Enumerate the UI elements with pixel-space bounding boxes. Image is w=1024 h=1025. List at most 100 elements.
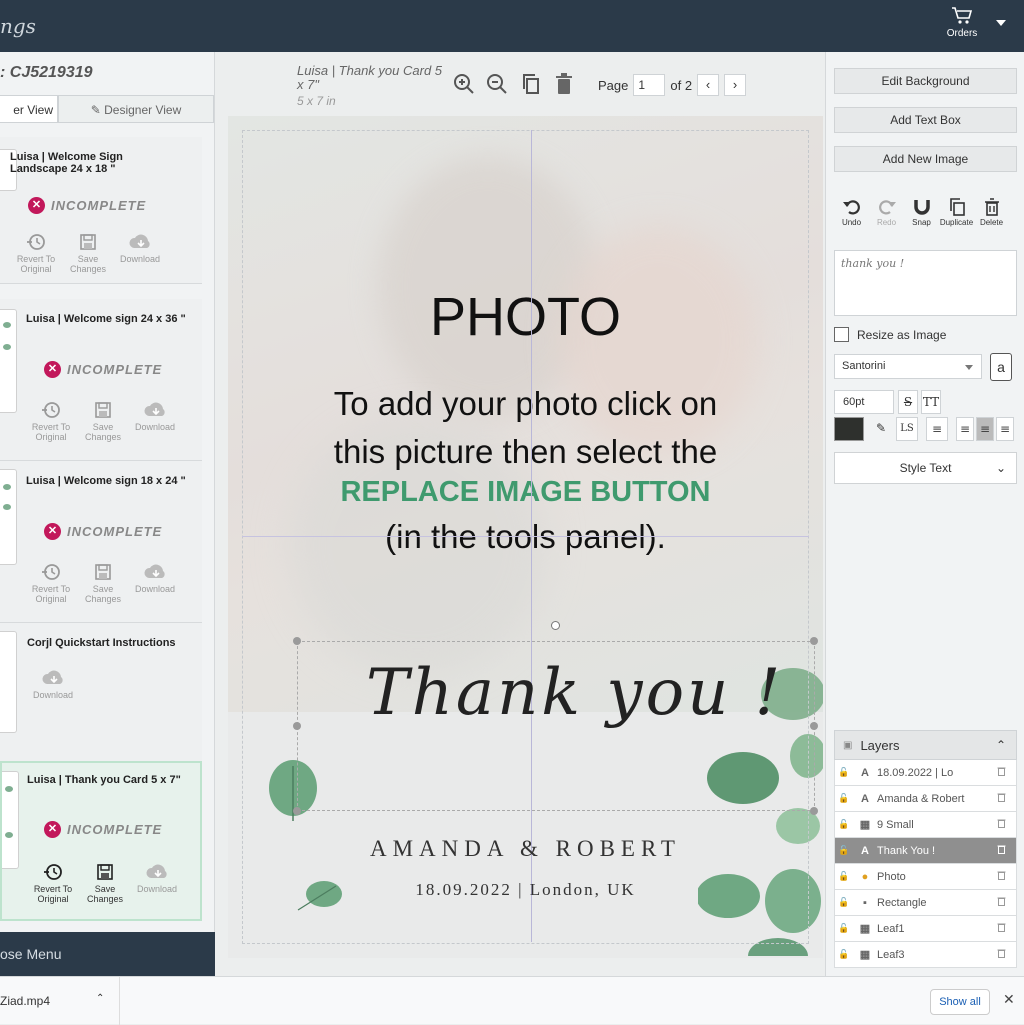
copy-page-icon[interactable] xyxy=(520,73,542,95)
orders-button[interactable]: Orders xyxy=(942,6,982,39)
unlock-icon[interactable]: 🔓 xyxy=(835,793,853,804)
text-content-input[interactable]: thank you ! xyxy=(834,250,1017,316)
revert-button[interactable]: Revert To Original xyxy=(10,233,62,274)
font-library-button[interactable]: a xyxy=(990,353,1012,381)
download-item[interactable]: Ziad.mp4 ⌃ xyxy=(0,977,120,1025)
download-button[interactable]: Download xyxy=(114,233,166,274)
trash-icon[interactable] xyxy=(997,896,1006,909)
layer-row[interactable]: 🔓 A Thank You ! xyxy=(834,838,1017,864)
close-menu-button[interactable]: ose Menu xyxy=(0,932,215,976)
layers-header[interactable]: ▣ Layers ⌃ xyxy=(834,730,1017,760)
trash-icon[interactable] xyxy=(997,844,1006,857)
font-family-select[interactable]: Santorini xyxy=(834,354,982,379)
trash-icon[interactable] xyxy=(997,818,1006,831)
tab-user-view[interactable]: er View xyxy=(0,95,58,123)
redo-button[interactable]: Redo xyxy=(869,198,904,227)
close-icon[interactable]: ✕ xyxy=(1003,991,1015,1008)
product-card[interactable]: Luisa | Welcome sign 18 x 24 " ✕ INCOMPLE… xyxy=(0,461,202,623)
rotate-handle[interactable] xyxy=(551,621,560,630)
line-height-button[interactable]: ≡ xyxy=(926,417,948,441)
layer-row[interactable]: 🔓 A 18.09.2022 | Lo xyxy=(834,760,1017,786)
style-text-dropdown[interactable]: Style Text ⌄ xyxy=(834,452,1017,484)
trash-icon[interactable] xyxy=(997,948,1006,961)
unlock-icon[interactable]: 🔓 xyxy=(835,949,853,960)
layer-row[interactable]: 🔓 ▪ Rectangle xyxy=(834,890,1017,916)
trash-icon[interactable] xyxy=(997,766,1006,779)
layer-row[interactable]: 🔓 ● Photo xyxy=(834,864,1017,890)
unlock-icon[interactable]: 🔓 xyxy=(835,767,853,778)
unlock-icon[interactable]: 🔓 xyxy=(835,819,853,830)
event-date-text[interactable]: 18.09.2022 | London, UK xyxy=(228,880,823,900)
add-new-image-button[interactable]: Add New Image xyxy=(834,146,1017,172)
show-all-button[interactable]: Show all xyxy=(930,989,990,1015)
letter-spacing-button[interactable]: LS xyxy=(896,417,918,441)
trash-icon[interactable] xyxy=(997,922,1006,935)
snap-button[interactable]: Snap xyxy=(904,198,939,227)
account-dropdown-icon[interactable] xyxy=(996,20,1006,26)
unlock-icon[interactable]: 🔓 xyxy=(835,871,853,882)
tab-designer-view[interactable]: ✎ Designer View xyxy=(58,95,214,123)
zoom-out-icon[interactable] xyxy=(486,73,508,95)
align-left-icon[interactable]: ≡ xyxy=(956,417,974,441)
resize-as-image-option[interactable]: Resize as Image xyxy=(834,327,946,342)
brand-logo[interactable]: ngs xyxy=(0,14,36,38)
download-button[interactable]: Download xyxy=(129,401,181,442)
font-size-select[interactable]: 60pt xyxy=(834,390,894,414)
product-card[interactable]: Luisa | Welcome Sign Landscape 24 x 18 "… xyxy=(0,137,202,284)
unlock-icon[interactable]: 🔓 xyxy=(835,923,853,934)
strikethrough-button[interactable]: S xyxy=(898,390,918,414)
layer-row[interactable]: 🔓 A Amanda & Robert xyxy=(834,786,1017,812)
save-changes-button[interactable]: Save Changes xyxy=(79,863,131,904)
resize-handle[interactable] xyxy=(810,807,818,815)
align-right-icon[interactable]: ≡ xyxy=(996,417,1014,441)
eyedropper-icon[interactable]: ✎ xyxy=(870,417,892,441)
revert-button[interactable]: Revert To Original xyxy=(27,863,79,904)
add-text-box-button[interactable]: Add Text Box xyxy=(834,107,1017,133)
resize-handle[interactable] xyxy=(810,722,818,730)
revert-button[interactable]: Revert To Original xyxy=(25,401,77,442)
delete-button[interactable]: Delete xyxy=(974,198,1009,227)
unlock-icon[interactable]: 🔓 xyxy=(835,845,853,856)
delete-page-icon[interactable] xyxy=(554,73,574,95)
save-changes-button[interactable]: Save Changes xyxy=(77,563,129,604)
align-center-icon[interactable]: ≡ xyxy=(976,417,994,441)
resize-handle[interactable] xyxy=(293,637,301,645)
edit-background-button[interactable]: Edit Background xyxy=(834,68,1017,94)
resize-handle[interactable] xyxy=(810,637,818,645)
unlock-icon[interactable]: 🔓 xyxy=(835,897,853,908)
zoom-in-icon[interactable] xyxy=(453,73,475,95)
page-number-input[interactable]: 1 xyxy=(633,74,666,96)
design-canvas[interactable]: PHOTO To add your photo click on this pi… xyxy=(228,116,823,958)
product-title: Luisa | Welcome Sign Landscape 24 x 18 " xyxy=(10,151,123,175)
revert-button[interactable]: Revert To Original xyxy=(25,563,77,604)
download-button[interactable]: Download xyxy=(27,669,79,700)
save-changes-button[interactable]: Save Changes xyxy=(77,401,129,442)
chevron-up-icon[interactable]: ⌃ xyxy=(96,993,104,1004)
resize-checkbox[interactable] xyxy=(834,327,849,342)
text-color-swatch[interactable] xyxy=(834,417,864,441)
selection-box[interactable] xyxy=(297,641,815,811)
prev-page-button[interactable]: ‹ xyxy=(697,74,720,96)
next-page-button[interactable]: › xyxy=(724,74,747,96)
product-thumbnail xyxy=(0,309,17,413)
download-button[interactable]: Download xyxy=(131,863,183,904)
save-icon xyxy=(97,864,113,880)
product-title: Corjl Quickstart Instructions xyxy=(27,637,176,649)
chevron-up-icon[interactable]: ⌃ xyxy=(996,738,1006,752)
couple-names-text[interactable]: AMANDA & ROBERT xyxy=(228,836,823,862)
download-button[interactable]: Download xyxy=(129,563,181,604)
layer-row[interactable]: 🔓 ▦ 9 Small xyxy=(834,812,1017,838)
layer-row[interactable]: 🔓 ▦ Leaf3 xyxy=(834,942,1017,968)
trash-icon[interactable] xyxy=(997,792,1006,805)
undo-button[interactable]: Undo xyxy=(834,198,869,227)
resize-handle[interactable] xyxy=(293,807,301,815)
product-card-active[interactable]: Luisa | Thank you Card 5 x 7" ✕ INCOMPLET… xyxy=(0,761,202,921)
save-changes-button[interactable]: Save Changes xyxy=(62,233,114,274)
uppercase-button[interactable]: TT xyxy=(921,390,941,414)
trash-icon[interactable] xyxy=(997,870,1006,883)
resize-handle[interactable] xyxy=(293,722,301,730)
product-card[interactable]: Luisa | Welcome sign 24 x 36 " ✕ INCOMPLE… xyxy=(0,299,202,461)
product-card[interactable]: Corjl Quickstart Instructions Download xyxy=(0,623,202,762)
duplicate-button[interactable]: Duplicate xyxy=(939,198,974,227)
layer-row[interactable]: 🔓 ▦ Leaf1 xyxy=(834,916,1017,942)
